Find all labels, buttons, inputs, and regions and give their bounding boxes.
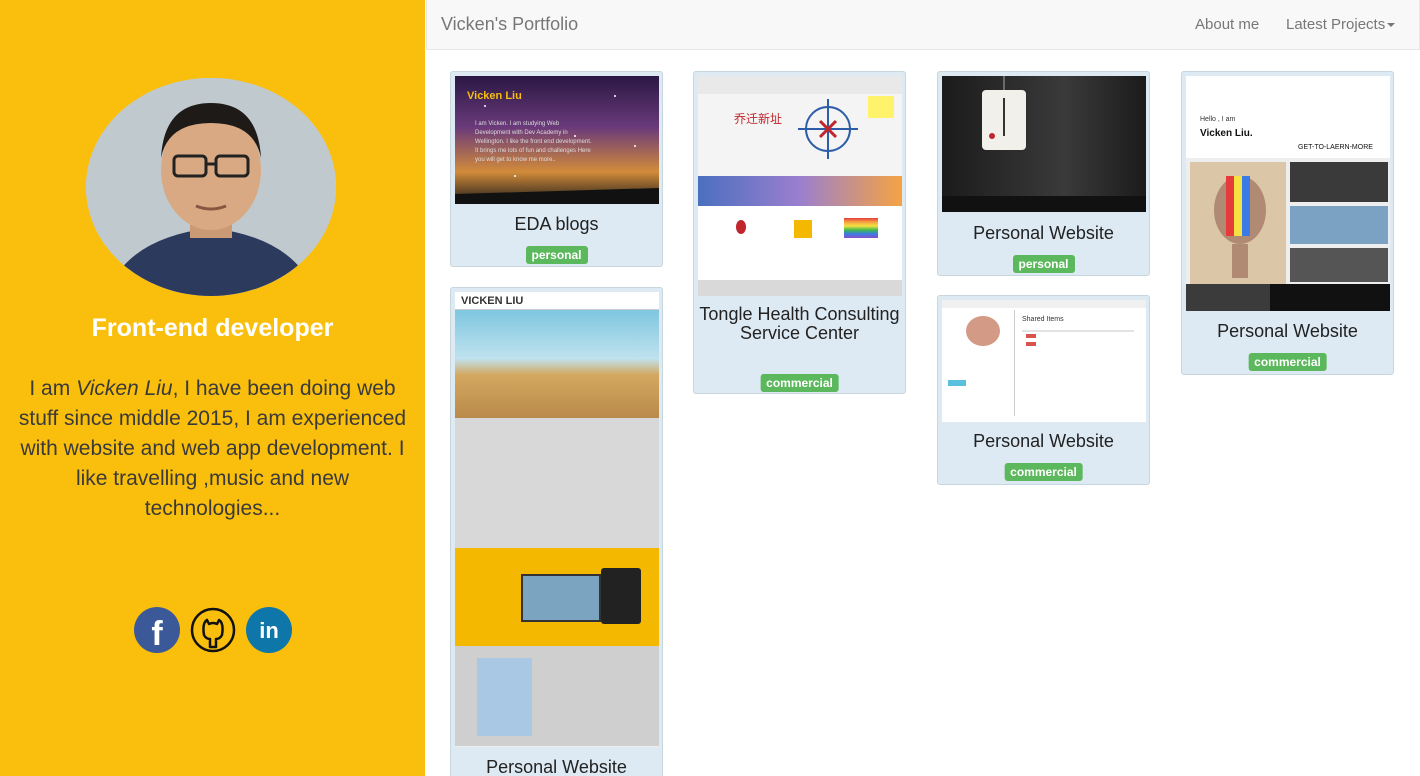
category-badge: commercial	[760, 374, 839, 392]
card-title[interactable]: Personal Website	[938, 224, 1149, 243]
project-card[interactable]: Hello , I am Vicken Liu. GET-TO-LAERN-MO…	[1181, 71, 1394, 375]
card-title[interactable]: Personal Website	[451, 758, 662, 776]
nav-about-link[interactable]: About me	[1195, 16, 1259, 33]
thumb-heading: Shared Items	[1022, 316, 1064, 323]
starfield-image	[455, 95, 659, 204]
avatar	[86, 78, 336, 296]
facebook-icon[interactable]: f	[133, 607, 180, 653]
map-image	[798, 99, 858, 159]
role-heading: Front-end developer	[91, 314, 334, 342]
bio-name: Vicken Liu	[76, 377, 173, 400]
project-thumbnail: Shared Items	[942, 300, 1146, 422]
category-badge: personal	[1012, 255, 1075, 273]
project-card[interactable]: Shared Items Personal Website commercial	[937, 295, 1150, 485]
card-title[interactable]: Tongle Health Consulting Service Center	[694, 305, 905, 343]
project-thumbnail: Hello , I am Vicken Liu. GET-TO-LAERN-MO…	[1186, 76, 1390, 311]
project-thumbnail	[942, 76, 1146, 212]
bio-text: I am Vicken Liu, I have been doing web s…	[10, 374, 415, 524]
social-links: f in	[0, 607, 425, 653]
project-card[interactable]: Vicken Liu I am Vicken. I am studying We…	[450, 71, 663, 267]
svg-text:f: f	[151, 615, 163, 653]
bio-prefix: I am	[29, 377, 77, 400]
thumb-text: Hello , I am	[1200, 116, 1236, 123]
category-badge: commercial	[1248, 353, 1327, 371]
sidebar: Front-end developer I am Vicken Liu, I h…	[0, 0, 425, 776]
project-card[interactable]: 乔迁新址 Tongle Health Consulting Service Ce…	[693, 71, 906, 394]
navbar: Vicken's Portfolio About me Latest Proje…	[426, 0, 1420, 50]
card-title[interactable]: Personal Website	[1182, 322, 1393, 341]
card-title[interactable]: EDA blogs	[451, 215, 662, 234]
project-thumbnail: Vicken Liu I am Vicken. I am studying We…	[455, 76, 659, 204]
caret-down-icon	[1387, 23, 1396, 28]
card-title[interactable]: Personal Website	[938, 432, 1149, 451]
thumb-heading: Vicken Liu.	[1200, 128, 1253, 139]
category-badge: commercial	[1004, 463, 1083, 481]
category-badge: personal	[525, 246, 588, 264]
thumb-heading: VICKEN LIU	[461, 295, 524, 307]
linkedin-icon[interactable]: in	[245, 607, 292, 653]
thumb-link: GET-TO-LAERN-MORE	[1298, 144, 1373, 151]
svg-text:in: in	[259, 618, 279, 643]
portrait-image	[1214, 176, 1266, 278]
nav-projects-dropdown[interactable]: Latest Projects	[1286, 16, 1396, 33]
project-card[interactable]: Personal Website personal	[937, 71, 1150, 276]
nav-projects-label: Latest Projects	[1286, 16, 1386, 33]
brand-link[interactable]: Vicken's Portfolio	[441, 14, 578, 35]
project-card[interactable]: VICKEN LIU Personal Website	[450, 287, 663, 776]
project-thumbnail: VICKEN LIU	[455, 292, 659, 747]
lantern-image	[942, 76, 1146, 212]
thumb-heading: 乔迁新址	[734, 112, 783, 126]
github-icon[interactable]	[190, 607, 236, 653]
project-thumbnail: 乔迁新址	[698, 76, 902, 296]
